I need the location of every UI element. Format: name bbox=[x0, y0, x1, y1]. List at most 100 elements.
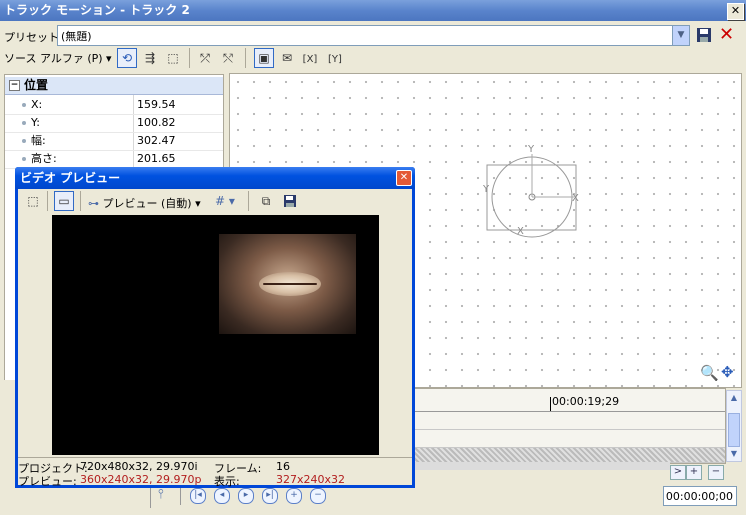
monitor-icon: ▣ bbox=[258, 51, 270, 65]
scroll-thumb[interactable] bbox=[728, 413, 740, 447]
last-keyframe-button[interactable]: ▸| bbox=[262, 488, 278, 504]
copy-snapshot-button[interactable]: ⧉ bbox=[256, 191, 276, 211]
move-icon: ⇶ bbox=[144, 51, 156, 65]
save-preset-button[interactable] bbox=[695, 26, 713, 44]
property-panel: − 位置 X: 159.54 Y: 100.82 幅: 302.47 高さ: 201.65 bbox=[4, 74, 224, 171]
chevron-down-icon[interactable]: ▼ bbox=[672, 26, 689, 45]
add-keyframe-button[interactable]: + bbox=[286, 488, 302, 504]
video-frame-image bbox=[219, 234, 356, 334]
current-time-field[interactable]: 00:00:00;00 bbox=[663, 486, 737, 506]
external-monitor-button[interactable]: ▭ bbox=[54, 191, 74, 211]
preview-res-value: 360x240x32, 29.970p bbox=[80, 473, 202, 486]
lip-line bbox=[263, 283, 317, 285]
delete-keyframe-button[interactable]: − bbox=[310, 488, 326, 504]
pan-icon[interactable]: ✥ bbox=[721, 363, 734, 381]
overlays-dropdown[interactable]: # ▾ bbox=[215, 194, 235, 208]
property-label: 幅: bbox=[31, 134, 46, 147]
preview-close-button[interactable]: ✕ bbox=[396, 170, 412, 186]
prev-keyframe-button[interactable]: ◂ bbox=[214, 488, 230, 504]
bullet-icon bbox=[22, 157, 26, 161]
toolbar-separator bbox=[245, 48, 246, 68]
axis-x-label-bottom: X bbox=[517, 226, 524, 237]
flip-x-icon: ⤱ bbox=[200, 51, 210, 65]
project-value: 720x480x32, 29.970i bbox=[80, 460, 198, 473]
first-keyframe-button[interactable]: |◂ bbox=[190, 488, 206, 504]
slider-icon: ⊶ bbox=[88, 197, 99, 210]
flip-y-icon: ⤲ bbox=[223, 51, 233, 65]
scroll-right-button[interactable]: > bbox=[670, 465, 686, 480]
rotate-button[interactable]: ⟲ bbox=[117, 48, 137, 68]
video-preview-window[interactable]: ビデオ プレビュー ✕ ⬚ ▭ ⊶ プレビュー (自動) ▾ # ▾ ⧉ プロジ… bbox=[15, 167, 415, 488]
collapse-icon[interactable]: − bbox=[9, 80, 20, 91]
floppy-icon bbox=[697, 28, 711, 42]
zoom-out-button[interactable]: − bbox=[708, 465, 724, 480]
preview-body: ⬚ ▭ ⊶ プレビュー (自動) ▾ # ▾ ⧉ プロジェクト: 720x480… bbox=[18, 189, 412, 488]
property-label: X: bbox=[31, 98, 43, 111]
save-snapshot-button[interactable] bbox=[280, 191, 300, 211]
timeline-vertical-scrollbar[interactable]: ▲ ▼ bbox=[726, 390, 742, 462]
floppy-icon bbox=[284, 195, 296, 207]
bullet-icon bbox=[22, 121, 26, 125]
preview-toolbar: ⬚ ▭ ⊶ プレビュー (自動) ▾ # ▾ ⧉ bbox=[18, 189, 412, 213]
zoom-icon[interactable]: 🔍 bbox=[700, 364, 719, 382]
bullet-icon bbox=[22, 139, 26, 143]
toolbar-separator bbox=[47, 191, 48, 211]
monitor-icon: ▭ bbox=[58, 194, 70, 208]
position-section-header[interactable]: − 位置 bbox=[5, 77, 223, 95]
cube-icon: ⬚ bbox=[167, 51, 179, 65]
lock-y-button[interactable]: [Y] bbox=[325, 48, 345, 68]
bullet-icon bbox=[22, 103, 26, 107]
toolbar-separator bbox=[248, 191, 249, 211]
preset-value: (無題) bbox=[61, 30, 92, 43]
preset-label: プリセット: bbox=[4, 31, 63, 44]
flip-x-button[interactable]: ⤱ bbox=[195, 48, 215, 68]
envelope-icon: ✉ bbox=[281, 51, 293, 65]
sync-cursor-icon[interactable]: ⫯ bbox=[158, 487, 164, 502]
preview-video-area bbox=[52, 215, 379, 455]
frame-value: 16 bbox=[276, 460, 290, 473]
ruler-time-label: 00:00:19;29 bbox=[552, 395, 620, 408]
window-title: トラック モーション - トラック 2 bbox=[4, 3, 190, 17]
preview-status-bar: プロジェクト: 720x480x32, 29.970i フレーム: 16 プレビ… bbox=[18, 457, 412, 488]
toolbar-separator bbox=[189, 48, 190, 68]
property-value[interactable]: 159.54 bbox=[137, 96, 176, 114]
ruler-tick bbox=[550, 397, 551, 411]
source-alpha-dropdown[interactable]: ソース アルファ (P) ▾ bbox=[4, 50, 112, 66]
property-row-x[interactable]: X: 159.54 bbox=[5, 96, 223, 115]
scroll-up-icon[interactable]: ▲ bbox=[728, 392, 740, 404]
envelope-button[interactable]: ✉ bbox=[277, 48, 297, 68]
copy-icon: ⧉ bbox=[261, 194, 271, 208]
scroll-down-icon[interactable]: ▼ bbox=[728, 448, 740, 460]
3d-box-button[interactable]: ⬚ bbox=[163, 48, 183, 68]
axis-y-label-side: Y bbox=[482, 184, 490, 195]
source-alpha-label: ソース アルファ (P) bbox=[4, 52, 103, 65]
toolbar-separator bbox=[80, 191, 81, 211]
property-row-y[interactable]: Y: 100.82 bbox=[5, 114, 223, 133]
rotate-icon: ⟲ bbox=[121, 51, 133, 65]
flip-y-button[interactable]: ⤲ bbox=[218, 48, 238, 68]
transport-separator bbox=[180, 487, 181, 505]
delete-preset-button[interactable]: ✕ bbox=[719, 24, 734, 45]
property-value[interactable]: 302.47 bbox=[137, 132, 176, 150]
display-label: 表示: bbox=[214, 475, 240, 488]
preview-mode-label: プレビュー (自動) bbox=[102, 197, 192, 210]
zoom-in-button[interactable]: + bbox=[686, 465, 702, 480]
property-value[interactable]: 100.82 bbox=[137, 114, 176, 132]
next-keyframe-button[interactable]: ▸ bbox=[238, 488, 254, 504]
section-title: 位置 bbox=[24, 78, 49, 92]
property-value[interactable]: 201.65 bbox=[137, 150, 176, 168]
property-label: 高さ: bbox=[31, 152, 57, 165]
y-box-icon: [Y] bbox=[328, 54, 342, 65]
preset-dropdown[interactable]: (無題) ▼ bbox=[57, 25, 690, 46]
axis-y-label: Y bbox=[527, 144, 535, 155]
move-tool-button[interactable]: ⇶ bbox=[140, 48, 160, 68]
close-button[interactable]: ✕ bbox=[727, 3, 744, 20]
preview-mode-dropdown[interactable]: ⊶ プレビュー (自動) ▾ bbox=[88, 195, 201, 211]
preview-title: ビデオ プレビュー bbox=[20, 171, 121, 185]
preview-title-bar[interactable]: ビデオ プレビュー ✕ bbox=[15, 167, 415, 189]
grid-icon: # bbox=[215, 194, 226, 208]
edit-in-place-button[interactable]: ▣ bbox=[254, 48, 274, 68]
lock-x-button[interactable]: [X] bbox=[300, 48, 320, 68]
property-row-width[interactable]: 幅: 302.47 bbox=[5, 132, 223, 151]
preview-properties-button[interactable]: ⬚ bbox=[23, 191, 43, 211]
